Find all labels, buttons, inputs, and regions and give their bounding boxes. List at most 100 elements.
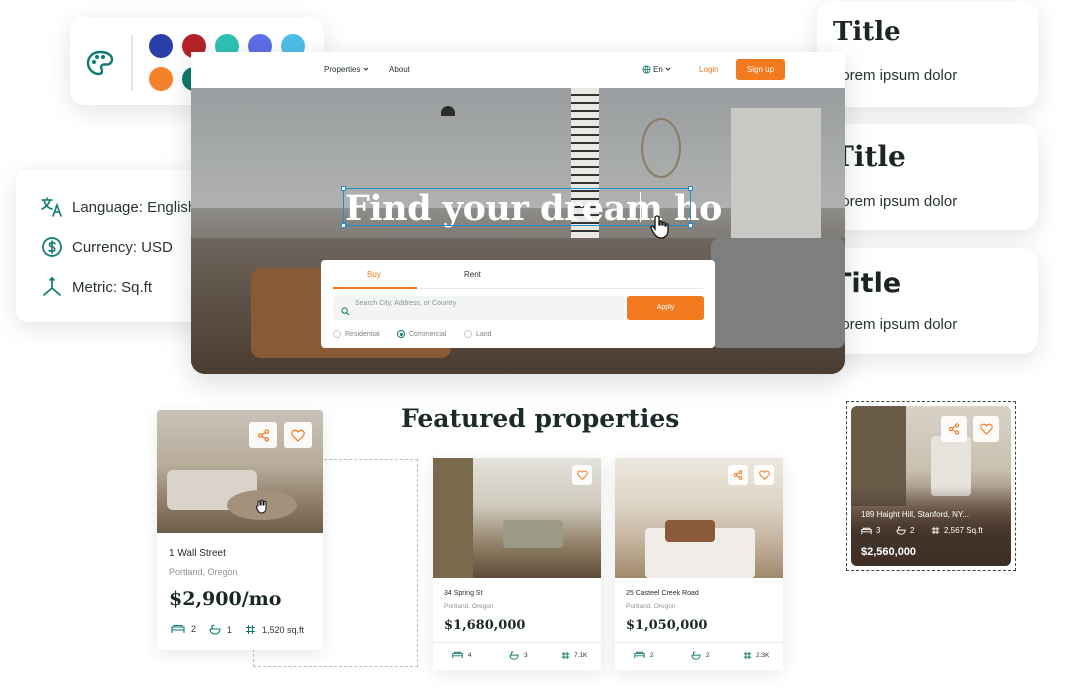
- property-area: 7.1K: [561, 651, 587, 660]
- bath-icon: [509, 651, 519, 660]
- heart-icon: [291, 429, 305, 442]
- share-icon: [733, 470, 743, 480]
- favorite-button[interactable]: [973, 416, 999, 442]
- share-icon: [948, 423, 960, 435]
- language-switch[interactable]: En: [642, 65, 671, 74]
- area-grid-icon: [743, 651, 752, 660]
- bed-icon: [171, 624, 185, 633]
- text-cursor: [640, 192, 641, 222]
- property-card[interactable]: 1 Wall Street Portland, Oregon $2,900/mo…: [157, 410, 323, 650]
- property-area: 2,567 Sq.ft: [931, 526, 983, 535]
- property-address: 1 Wall Street: [169, 548, 226, 559]
- property-area: 2.3K: [743, 651, 769, 660]
- share-button[interactable]: [249, 422, 277, 448]
- globe-icon: [642, 65, 651, 74]
- hand-cursor-icon: [649, 214, 673, 245]
- share-button[interactable]: [728, 465, 748, 485]
- nav-about[interactable]: About: [389, 65, 410, 74]
- hero-banner: Find your dream ho Buy Rent Search City,…: [191, 88, 845, 374]
- dollar-circle-icon: [40, 235, 64, 259]
- resize-handle[interactable]: [341, 223, 346, 228]
- login-link[interactable]: Login: [699, 65, 719, 74]
- property-city: Portland, Oregon: [444, 603, 494, 610]
- area-grid-icon: [561, 651, 570, 660]
- card-subtitle: Lorem ipsum dolor: [833, 316, 958, 333]
- heart-icon: [576, 470, 588, 480]
- heart-icon: [979, 423, 993, 435]
- search-panel: Buy Rent Search City, Address, or Countr…: [321, 260, 715, 348]
- title-card-sans: Title Lorem ipsum dolor: [817, 248, 1038, 354]
- property-address: 25 Casteel Creek Road: [626, 590, 699, 597]
- palette-icon: [86, 50, 114, 81]
- favorite-button[interactable]: [754, 465, 774, 485]
- area-grid-icon: [931, 526, 940, 535]
- property-card-overlay[interactable]: 189 Haight Hill, Stanford, NY... 3 2 2,5…: [851, 406, 1011, 566]
- area-grid-icon: [246, 625, 255, 634]
- property-baths: 2: [691, 651, 710, 660]
- currency-label: Currency: USD: [72, 238, 173, 256]
- property-baths: 1: [209, 624, 232, 635]
- grab-cursor-icon: [255, 498, 269, 519]
- property-beds: 3: [861, 526, 880, 535]
- card-divider: [433, 642, 601, 643]
- nav-properties[interactable]: Properties: [324, 65, 369, 74]
- color-swatch[interactable]: [149, 34, 173, 58]
- active-tab-indicator: [333, 287, 417, 289]
- card-divider: [615, 642, 783, 643]
- radio-commercial[interactable]: Commercial: [397, 330, 446, 338]
- property-beds: 2: [634, 651, 654, 659]
- bath-icon: [209, 624, 221, 635]
- tab-buy[interactable]: Buy: [367, 270, 381, 279]
- property-city: Portland, Oregon: [626, 603, 676, 610]
- resize-handle[interactable]: [688, 186, 693, 191]
- hero-lamp: [441, 106, 455, 116]
- bath-icon: [691, 651, 701, 660]
- property-area: 1,520 sq.ft: [245, 624, 304, 635]
- property-address: 34 Spring St: [444, 590, 483, 597]
- card-title: Title: [833, 17, 901, 47]
- hero-armchair: [711, 238, 845, 348]
- card-subtitle: Lorem ipsum dolor: [833, 67, 958, 84]
- property-city: Portland, Oregon: [169, 567, 238, 577]
- heart-icon: [758, 470, 770, 480]
- property-price: $1,680,000: [444, 618, 526, 633]
- property-card[interactable]: 25 Casteel Creek Road Portland, Oregon $…: [615, 458, 783, 670]
- signup-button[interactable]: Sign up: [736, 59, 785, 80]
- property-price: $1,050,000: [626, 618, 708, 633]
- favorite-button[interactable]: [572, 465, 592, 485]
- search-icon: [341, 303, 350, 321]
- metric-axes-icon: [40, 275, 64, 299]
- search-input[interactable]: Search City, Address, or Country: [333, 296, 625, 320]
- palette-divider: [131, 35, 133, 91]
- property-beds: 2: [171, 624, 196, 634]
- bed-icon: [634, 651, 645, 659]
- translate-icon: [40, 195, 64, 219]
- property-baths: 2: [896, 526, 914, 535]
- color-swatch[interactable]: [149, 67, 173, 91]
- chevron-down-icon: [665, 67, 671, 71]
- top-nav: Properties About En Login Sign up: [191, 52, 845, 88]
- property-price: $2,900/mo: [169, 588, 282, 610]
- resize-handle[interactable]: [341, 186, 346, 191]
- card-subtitle: Lorem ipsum dolor: [833, 193, 958, 210]
- radio-land[interactable]: Land: [464, 330, 492, 338]
- bath-icon: [896, 526, 906, 535]
- title-card-display: Title Lorem ipsum dolor: [817, 124, 1038, 230]
- favorite-button[interactable]: [284, 422, 312, 448]
- search-placeholder: Search City, Address, or Country: [355, 300, 457, 307]
- radio-residential[interactable]: Residential: [333, 330, 380, 338]
- text-selection-box: [341, 186, 693, 228]
- bed-icon: [452, 651, 463, 659]
- share-button[interactable]: [941, 416, 967, 442]
- property-address: 189 Haight Hill, Stanford, NY...: [861, 510, 969, 519]
- share-icon: [257, 428, 269, 442]
- property-card[interactable]: 34 Spring St Portland, Oregon $1,680,000…: [433, 458, 601, 670]
- tab-rent[interactable]: Rent: [464, 270, 481, 279]
- metric-label: Metric: Sq.ft: [72, 278, 153, 296]
- chevron-down-icon: [363, 67, 369, 71]
- resize-handle[interactable]: [688, 223, 693, 228]
- bed-icon: [861, 527, 872, 534]
- language-label: Language: English: [72, 198, 197, 216]
- property-price: $2,560,000: [861, 546, 917, 558]
- apply-button[interactable]: Apply: [627, 296, 704, 320]
